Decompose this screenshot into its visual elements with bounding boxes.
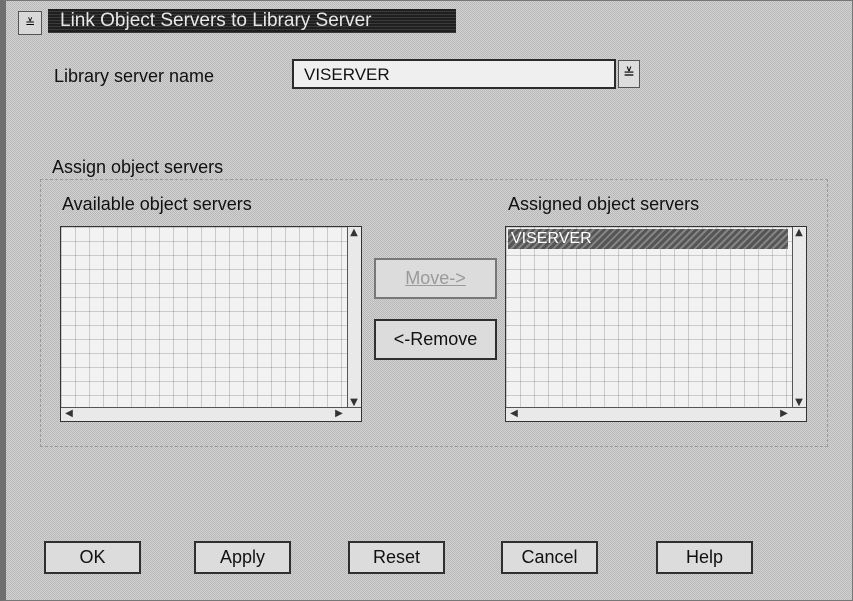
available-object-servers-list[interactable]: ▲ ▼ ◀ ▶ bbox=[60, 226, 362, 422]
move-button[interactable]: Move-> bbox=[374, 258, 497, 299]
scroll-up-icon[interactable]: ▲ bbox=[348, 227, 360, 239]
assigned-list-vertical-scrollbar[interactable]: ▲ ▼ bbox=[792, 227, 806, 409]
library-server-label: Library server name bbox=[54, 66, 215, 86]
title-bar: ≚ Link Object Servers to Library Server bbox=[12, 5, 853, 37]
scroll-left-icon[interactable]: ◀ bbox=[63, 408, 75, 420]
available-list-vertical-scrollbar[interactable]: ▲ ▼ bbox=[347, 227, 361, 409]
reset-button[interactable]: Reset bbox=[348, 541, 445, 574]
dialog-window: ≚ Link Object Servers to Library Server … bbox=[0, 0, 853, 601]
assigned-list-item[interactable]: VISERVER bbox=[508, 229, 788, 249]
remove-button[interactable]: <-Remove bbox=[374, 319, 497, 360]
available-object-servers-label: Available object servers bbox=[62, 194, 252, 214]
move-button-label: Move-> bbox=[405, 268, 466, 288]
scroll-right-icon[interactable]: ▶ bbox=[333, 408, 345, 420]
assigned-object-servers-label: Assigned object servers bbox=[508, 194, 700, 214]
system-menu-icon[interactable]: ≚ bbox=[18, 11, 42, 35]
cancel-button[interactable]: Cancel bbox=[501, 541, 598, 574]
library-server-value: VISERVER bbox=[304, 65, 390, 84]
ok-button[interactable]: OK bbox=[44, 541, 141, 574]
assigned-object-servers-list[interactable]: VISERVER ▲ ▼ ◀ ▶ bbox=[505, 226, 807, 422]
apply-button[interactable]: Apply bbox=[194, 541, 291, 574]
window-title: Link Object Servers to Library Server bbox=[60, 10, 372, 31]
title-bar-highlight: Link Object Servers to Library Server bbox=[48, 9, 456, 33]
assign-object-servers-title: Assign object servers bbox=[52, 157, 224, 177]
scroll-right-icon[interactable]: ▶ bbox=[778, 408, 790, 420]
available-list-horizontal-scrollbar[interactable]: ◀ ▶ bbox=[61, 407, 361, 421]
scroll-up-icon[interactable]: ▲ bbox=[793, 227, 805, 239]
help-button[interactable]: Help bbox=[656, 541, 753, 574]
scroll-left-icon[interactable]: ◀ bbox=[508, 408, 520, 420]
library-server-select[interactable]: VISERVER bbox=[292, 59, 616, 89]
dropdown-arrow-icon[interactable]: ≚ bbox=[618, 60, 640, 88]
assigned-list-horizontal-scrollbar[interactable]: ◀ ▶ bbox=[506, 407, 806, 421]
